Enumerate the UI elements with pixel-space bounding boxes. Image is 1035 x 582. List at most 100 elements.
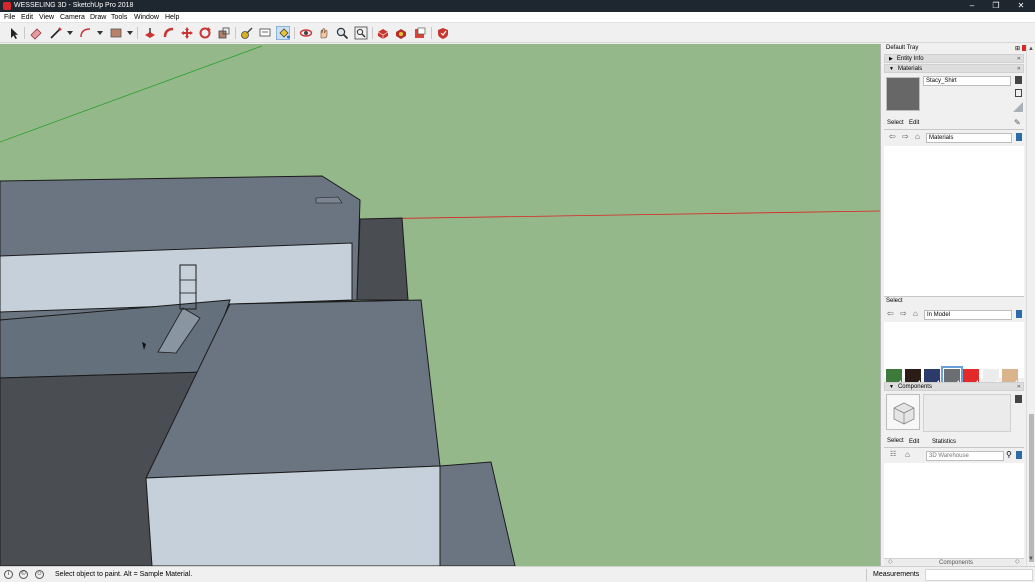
model-viewport[interactable]	[0, 44, 881, 566]
line-tool-icon[interactable]	[49, 26, 63, 40]
menu-help[interactable]: Help	[165, 13, 179, 22]
eyedropper-icon[interactable]: ✎	[1014, 118, 1021, 127]
default-material-icon[interactable]	[1013, 102, 1023, 112]
tab-edit[interactable]: Edit	[909, 119, 919, 128]
3d-warehouse-icon[interactable]	[376, 26, 390, 40]
credits-icon[interactable]: ©	[19, 570, 28, 579]
tab-select[interactable]: Select	[887, 119, 904, 128]
home-icon[interactable]: ⌂	[915, 132, 920, 141]
footer-back-icon[interactable]: ◇	[888, 558, 893, 565]
arc-tool-icon[interactable]	[79, 26, 93, 40]
select-section-label: Select	[886, 298, 903, 304]
material-name-field[interactable]: Stacy_Shirt	[923, 76, 1011, 86]
components-footer: ◇ Components ◇	[884, 558, 1024, 566]
footer-forward-icon[interactable]: ◇	[1015, 558, 1020, 565]
scale-tool-icon[interactable]	[217, 26, 231, 40]
dark-side-face	[356, 217, 409, 301]
eraser-tool-icon[interactable]	[29, 26, 43, 40]
panel-close-icon[interactable]: ✕	[1017, 65, 1021, 74]
details-arrow-icon[interactable]	[1016, 310, 1022, 318]
back-arrow-icon[interactable]: ⇦	[889, 132, 896, 141]
extension-manager-icon[interactable]	[436, 26, 450, 40]
scroll-down-icon[interactable]: ▼	[1028, 556, 1034, 562]
orbit-tool-icon[interactable]	[299, 26, 313, 40]
entity-info-panel-header[interactable]: ▶ Entity Info ✕	[884, 54, 1024, 63]
home-icon[interactable]: ⌂	[913, 309, 918, 318]
create-material-icon[interactable]	[1015, 89, 1022, 97]
forward-arrow-icon[interactable]: ⇨	[900, 309, 907, 318]
in-model-library-select[interactable]: In Model	[924, 310, 1012, 320]
user-account-icon[interactable]: ☺	[35, 570, 44, 579]
restore-button[interactable]: ❐	[985, 0, 1007, 12]
component-description-area	[923, 394, 1011, 432]
close-button[interactable]: ✕	[1010, 0, 1032, 12]
tray-scrollbar[interactable]: ▲ ▼	[1026, 44, 1035, 566]
toolbar-separator	[137, 27, 138, 39]
push-pull-tool-icon[interactable]	[143, 26, 157, 40]
menu-view[interactable]: View	[39, 13, 54, 22]
select-tool-icon[interactable]	[7, 26, 21, 40]
block-side-face	[439, 461, 516, 566]
divider	[884, 447, 1024, 448]
collapse-triangle-icon: ▼	[889, 66, 894, 72]
components-browser-area[interactable]	[884, 463, 1024, 558]
3d-warehouse-search-input[interactable]: 3D Warehouse	[926, 451, 1004, 461]
layout-icon[interactable]	[413, 26, 427, 40]
tape-measure-tool-icon[interactable]	[240, 26, 254, 40]
shapes-dropdown-icon[interactable]	[127, 31, 133, 35]
menu-bar: File Edit View Camera Draw Tools Window …	[0, 12, 1035, 23]
menu-tools[interactable]: Tools	[111, 13, 127, 22]
component-cube-icon	[893, 402, 915, 425]
back-wall-notch	[315, 196, 343, 204]
block-front-face	[145, 465, 441, 566]
materials-library-select[interactable]: Materials	[926, 133, 1012, 143]
window-title: WESSELING 3D - SketchUp Pro 2018	[14, 2, 134, 9]
menu-camera[interactable]: Camera	[60, 13, 85, 22]
display-secondary-icon[interactable]	[1015, 76, 1022, 84]
materials-browser-area[interactable]	[884, 146, 1024, 296]
tab-edit[interactable]: Edit	[909, 438, 919, 447]
panel-close-icon[interactable]: ✕	[1017, 383, 1021, 392]
back-arrow-icon[interactable]: ⇦	[887, 309, 894, 318]
scroll-thumb[interactable]	[1029, 414, 1034, 562]
zoom-tool-icon[interactable]	[335, 26, 349, 40]
search-icon[interactable]: ⚲	[1006, 450, 1012, 459]
panel-close-icon[interactable]: ✕	[1017, 55, 1021, 64]
details-arrow-icon[interactable]	[1016, 133, 1022, 141]
menu-edit[interactable]: Edit	[21, 13, 33, 22]
extension-warehouse-icon[interactable]	[394, 26, 408, 40]
text-tool-icon[interactable]	[258, 26, 272, 40]
forward-arrow-icon[interactable]: ⇨	[902, 132, 909, 141]
tab-statistics[interactable]: Statistics	[932, 438, 956, 447]
line-dropdown-icon[interactable]	[67, 31, 73, 35]
status-bar: i © ☺ Select object to paint. Alt = Samp…	[0, 566, 1035, 582]
expand-triangle-icon: ▶	[889, 56, 893, 62]
toolbar-separator	[235, 27, 236, 39]
view-options-icon[interactable]: ☷	[890, 450, 896, 459]
details-arrow-icon[interactable]	[1016, 451, 1022, 459]
move-tool-icon[interactable]	[180, 26, 194, 40]
menu-file[interactable]: File	[4, 13, 15, 22]
menu-draw[interactable]: Draw	[90, 13, 106, 22]
arc-dropdown-icon[interactable]	[97, 31, 103, 35]
default-tray: Default Tray ⊞ ▶ Entity Info ✕ ▼ Materials…	[882, 44, 1026, 566]
display-secondary-icon[interactable]	[1015, 395, 1022, 403]
menu-window[interactable]: Window	[134, 13, 159, 22]
tab-select[interactable]: Select	[887, 437, 904, 446]
rotate-tool-icon[interactable]	[198, 26, 212, 40]
pin-icon[interactable]: ⊞	[1015, 45, 1020, 52]
home-icon[interactable]: ⌂	[905, 450, 910, 459]
large-toolset-toolbar	[0, 23, 1035, 43]
materials-label: Materials	[897, 66, 923, 72]
paint-bucket-tool-icon[interactable]	[276, 26, 290, 40]
geo-location-icon[interactable]: i	[4, 570, 13, 579]
follow-me-tool-icon[interactable]	[162, 26, 176, 40]
scroll-up-icon[interactable]: ▲	[1028, 46, 1034, 52]
materials-panel-header[interactable]: ▼ Materials ✕	[884, 64, 1024, 73]
minimize-button[interactable]: –	[961, 0, 983, 12]
pan-tool-icon[interactable]	[317, 26, 331, 40]
components-panel-header[interactable]: ▼ Components ✕	[884, 382, 1024, 391]
zoom-extents-tool-icon[interactable]	[354, 26, 368, 40]
rectangle-tool-icon[interactable]	[109, 26, 123, 40]
measurements-input[interactable]	[925, 569, 1033, 581]
